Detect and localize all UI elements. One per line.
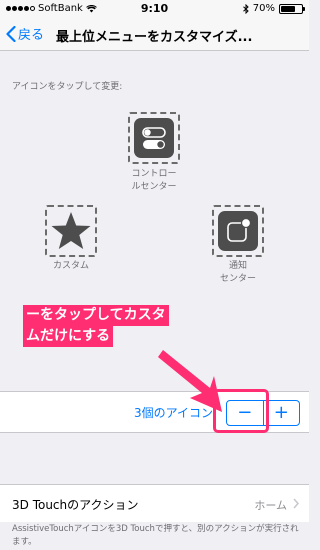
custom-label: カスタム xyxy=(33,260,109,273)
status-bar: SoftBank 9:10 70% xyxy=(0,0,309,18)
notification-center-label-line1: 通知 xyxy=(228,261,247,271)
battery-percent: 70% xyxy=(252,3,275,14)
annotation-callout: ーをタップしてカスタ ムだけにする xyxy=(23,305,169,347)
custom-label-line1: カスタム xyxy=(52,261,89,271)
3d-touch-footnote: AssistiveTouchアイコンを3D Touchで押すと、別のアクションが… xyxy=(12,524,299,547)
icons-section-label: アイコンをタップして変更: xyxy=(12,82,123,92)
toggle-switches-icon xyxy=(142,127,166,149)
custom-slot[interactable] xyxy=(45,205,97,257)
3d-touch-title: 3D Touchのアクション xyxy=(12,498,139,512)
icon-count-label: 3個のアイコン xyxy=(133,406,213,420)
control-center-slot[interactable] xyxy=(128,112,180,164)
3d-touch-value: ホーム xyxy=(254,499,287,512)
notification-center-label: 通知 センター xyxy=(200,260,276,286)
back-label: 戻る xyxy=(18,28,45,43)
bluetooth-icon xyxy=(242,3,249,14)
annotation-line2: ムだけにする xyxy=(23,326,114,347)
control-center-label-line1: コントロー xyxy=(131,169,177,179)
notification-center-label-line2: センター xyxy=(219,274,256,284)
control-center-icon xyxy=(134,118,174,158)
battery-fill xyxy=(281,5,295,12)
back-button[interactable]: 戻る xyxy=(6,24,44,43)
status-right: 70% xyxy=(242,3,305,14)
notification-badge-icon xyxy=(227,217,252,242)
control-center-label: コントロー ルセンター xyxy=(116,168,192,194)
annotation-line1: ーをタップしてカスタ xyxy=(23,305,169,326)
control-center-label-line2: ルセンター xyxy=(131,182,177,192)
battery-icon xyxy=(279,3,305,14)
3d-touch-action-row[interactable]: 3D Touchのアクション ホーム xyxy=(0,484,309,522)
notification-center-slot[interactable] xyxy=(212,205,264,257)
navigation-bar: 戻る 最上位メニューをカスタマイズ... xyxy=(0,18,309,51)
chevron-right-icon xyxy=(293,498,299,509)
notification-center-icon xyxy=(218,211,258,251)
chevron-left-icon xyxy=(6,25,16,42)
page-title: 最上位メニューをカスタマイズ... xyxy=(56,30,253,45)
star-icon xyxy=(51,212,91,249)
annotation-highlight-box xyxy=(213,389,269,433)
